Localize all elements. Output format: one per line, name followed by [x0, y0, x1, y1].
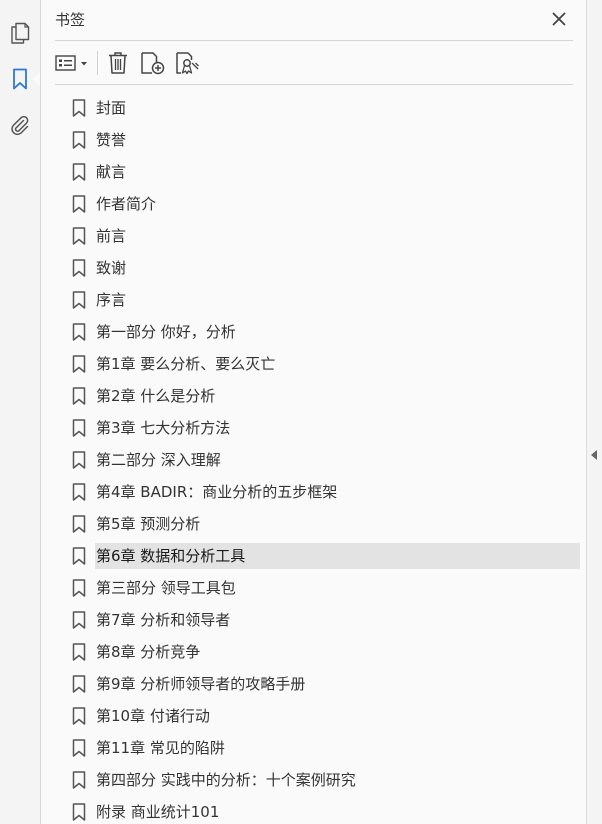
navigation-rail [0, 0, 41, 824]
bookmark-icon [72, 611, 86, 629]
paperclip-icon [11, 115, 29, 136]
bookmark-icon [72, 675, 86, 693]
bookmark-icon [72, 771, 86, 789]
bookmark-item[interactable]: 第7章 分析和领导者 [55, 604, 581, 636]
trash-icon [109, 52, 127, 74]
bookmarks-toolbar [55, 41, 573, 85]
bookmark-label: 第11章 常见的陷阱 [96, 739, 225, 757]
bookmark-icon [72, 579, 86, 597]
bookmark-item[interactable]: 第1章 要么分析、要么灭亡 [55, 348, 581, 380]
toolbar-divider [97, 51, 98, 75]
bookmark-item[interactable]: 序言 [55, 284, 581, 316]
bookmark-label: 第2章 什么是分析 [96, 387, 216, 405]
options-menu-button[interactable] [55, 50, 91, 76]
close-panel-button[interactable] [549, 9, 569, 29]
bookmark-item[interactable]: 第四部分 实践中的分析：十个案例研究 [55, 764, 581, 796]
attachments-button[interactable] [0, 108, 40, 142]
bookmark-label: 第8章 分析竞争 [96, 643, 201, 661]
bookmark-label: 赞誉 [96, 131, 127, 149]
bookmark-label: 附录 商业统计101 [96, 803, 220, 821]
bookmark-icon [72, 803, 86, 821]
bookmark-icon [72, 515, 86, 533]
active-panel-indicator [32, 72, 40, 86]
bookmark-label: 第3章 七大分析方法 [96, 419, 231, 437]
bookmark-icon [72, 195, 86, 213]
bookmark-icon [72, 419, 86, 437]
bookmark-item[interactable]: 赞誉 [55, 124, 581, 156]
bookmark-item[interactable]: 献言 [55, 156, 581, 188]
bookmark-icon [72, 355, 86, 373]
options-icon [55, 55, 87, 71]
bookmark-label: 第4章 BADIR：商业分析的五步框架 [96, 483, 338, 501]
bookmark-item[interactable]: 第三部分 领导工具包 [55, 572, 581, 604]
new-bookmark-icon [141, 52, 165, 75]
bookmark-item[interactable]: 第二部分 深入理解 [55, 444, 581, 476]
panel-header: 书签 [55, 0, 573, 41]
bookmark-icon [72, 451, 86, 469]
bookmark-icon [72, 643, 86, 661]
bookmark-icon [72, 387, 86, 405]
close-icon [552, 12, 566, 26]
bookmark-icon [72, 99, 86, 117]
bookmark-item[interactable]: 第9章 分析师领导者的攻略手册 [55, 668, 581, 700]
collapse-arrow-icon[interactable] [591, 450, 597, 460]
bookmark-item[interactable]: 致谢 [55, 252, 581, 284]
bookmark-item[interactable]: 第5章 预测分析 [55, 508, 581, 540]
bookmark-label: 封面 [96, 99, 127, 117]
bookmark-icon [13, 68, 27, 90]
bookmark-icon [72, 707, 86, 725]
bookmark-label: 第10章 付诸行动 [96, 707, 210, 725]
bookmark-item[interactable]: 前言 [55, 220, 581, 252]
bookmark-icon [72, 259, 86, 277]
bookmarks-window: 书签 封面 赞誉 献言 作者简介 前言 致谢 序言 第一部分 你好，分析 第1章… [0, 0, 602, 824]
bookmark-item[interactable]: 第8章 分析竞争 [55, 636, 581, 668]
bookmark-item[interactable]: 第6章 数据和分析工具 [55, 540, 581, 572]
bookmark-item[interactable]: 第3章 七大分析方法 [55, 412, 581, 444]
bookmark-label: 第1章 要么分析、要么灭亡 [96, 355, 276, 373]
panel-title: 书签 [55, 11, 86, 29]
bookmark-icon [72, 483, 86, 501]
bookmark-label: 第6章 数据和分析工具 [95, 543, 580, 569]
bookmark-label: 第二部分 深入理解 [96, 451, 221, 469]
bookmark-icon [72, 227, 86, 245]
bookmarks-panel: 书签 封面 赞誉 献言 作者简介 前言 致谢 序言 第一部分 你好，分析 第1章… [41, 0, 586, 824]
bookmark-label: 第5章 预测分析 [96, 515, 201, 533]
bookmark-label: 序言 [96, 291, 127, 309]
bookmark-label: 前言 [96, 227, 127, 245]
delete-bookmark-button[interactable] [105, 50, 131, 76]
bookmark-item[interactable]: 封面 [55, 92, 581, 124]
bookmark-label: 第7章 分析和领导者 [96, 611, 231, 629]
bookmark-label: 第四部分 实践中的分析：十个案例研究 [96, 771, 356, 789]
bookmark-label: 献言 [96, 163, 127, 181]
bookmark-properties-icon [176, 52, 199, 75]
bookmark-item[interactable]: 第11章 常见的陷阱 [55, 732, 581, 764]
bookmark-item[interactable]: 第2章 什么是分析 [55, 380, 581, 412]
bookmark-icon [72, 291, 86, 309]
bookmark-item[interactable]: 附录 商业统计101 [55, 796, 581, 824]
bookmark-label: 第一部分 你好，分析 [96, 323, 236, 341]
bookmark-icon [72, 323, 86, 341]
bookmark-icon [72, 739, 86, 757]
bookmark-label: 第三部分 领导工具包 [96, 579, 236, 597]
bookmark-label: 作者简介 [96, 195, 157, 213]
bookmark-item[interactable]: 第4章 BADIR：商业分析的五步框架 [55, 476, 581, 508]
bookmark-item[interactable]: 第10章 付诸行动 [55, 700, 581, 732]
panel-splitter[interactable] [586, 0, 602, 824]
bookmark-item[interactable]: 第一部分 你好，分析 [55, 316, 581, 348]
new-bookmark-button[interactable] [139, 50, 167, 76]
bookmark-icon [72, 163, 86, 181]
bookmark-label: 第9章 分析师领导者的攻略手册 [96, 675, 306, 693]
bookmark-properties-button[interactable] [174, 50, 202, 76]
pages-icon [11, 22, 30, 44]
bookmark-icon [72, 547, 86, 565]
page-thumbnails-button[interactable] [0, 16, 40, 50]
bookmark-item[interactable]: 作者简介 [55, 188, 581, 220]
bookmark-list: 封面 赞誉 献言 作者简介 前言 致谢 序言 第一部分 你好，分析 第1章 要么分析、要么灭亡第… [55, 92, 581, 824]
bookmark-label: 致谢 [96, 259, 127, 277]
bookmark-icon [72, 131, 86, 149]
